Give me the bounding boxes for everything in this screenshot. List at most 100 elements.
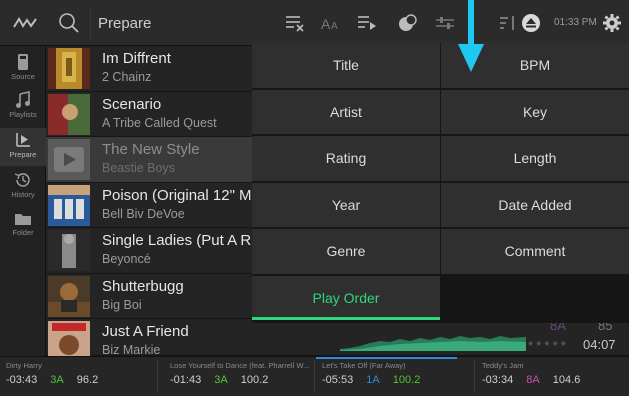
track-artist: A Tribe Called Quest (102, 115, 217, 130)
deck-bpm: 100.2 (392, 374, 421, 386)
sort-option-year[interactable]: Year (252, 182, 440, 227)
deck-1[interactable]: Dirty Harry -03:43 3A 96.2 (0, 357, 157, 396)
music-note-icon (16, 91, 30, 108)
djay-logo-icon[interactable] (12, 13, 38, 33)
album-art (48, 139, 90, 180)
sort-option-rating[interactable]: Rating (252, 136, 440, 181)
rating-stars[interactable]: ★★★★★ (527, 339, 568, 348)
deck-3[interactable]: Let's Take Off (Far Away) -05:53 1A 100.… (316, 357, 473, 396)
history-icon (14, 173, 30, 187)
sort-option-length[interactable]: Length (441, 136, 629, 181)
track-title: Poison (Original 12" M (102, 186, 252, 204)
deck-separator (474, 361, 475, 393)
deck-info: -03:34 8A 104.6 (482, 374, 590, 386)
sidebar-item-label: Source (11, 72, 35, 81)
sort-option-title[interactable]: Title (252, 43, 440, 88)
sort-option-date-added[interactable]: Date Added (441, 182, 629, 227)
toolbar-separator (90, 8, 91, 38)
prepare-icon (16, 133, 30, 147)
album-art (48, 48, 90, 89)
deck-time: -03:43 (6, 374, 38, 386)
track-length: 04:07 (583, 337, 616, 352)
track-artist: Big Boi (102, 297, 142, 312)
list-item[interactable]: Just A Friend Biz Markie (46, 319, 629, 362)
sort-option-key[interactable]: Key (441, 89, 629, 134)
sidebar-item-prepare[interactable]: Prepare (0, 128, 46, 166)
sort-option-comment[interactable]: Comment (441, 229, 629, 274)
device-icon (18, 54, 28, 70)
deck-time: -03:34 (482, 374, 514, 386)
album-art (48, 275, 90, 317)
deck-separator (314, 361, 315, 393)
track-artist: Biz Markie (102, 343, 161, 357)
sort-menu: Title BPM Artist Key Rating Length Year … (252, 43, 629, 323)
sidebar-item-label: Playlists (9, 110, 37, 119)
track-title: Just A Friend (102, 323, 189, 340)
deck-track-name: Lose Yourself to Dance (feat. Pharrell W… (170, 361, 310, 370)
deck-time: -05:53 (322, 374, 354, 386)
svg-text:A: A (331, 21, 338, 32)
deck-status-bar: Dirty Harry -03:43 3A 96.2 Lose Yourself… (0, 356, 629, 396)
track-title: Im Diffrent (102, 50, 171, 67)
deck-bpm: 96.2 (76, 374, 99, 386)
source-sidebar: Source Playlists Prepare History Folder (0, 46, 46, 356)
deck-time: -01:43 (170, 374, 202, 386)
album-art (48, 93, 90, 135)
deck-2[interactable]: Lose Yourself to Dance (feat. Pharrell W… (164, 357, 321, 396)
clear-list-icon[interactable] (284, 13, 306, 33)
deck-track-name: Teddy's Jam (482, 361, 524, 370)
sidebar-item-folder[interactable]: Folder (0, 208, 46, 246)
deck-track-name: Let's Take Off (Far Away) (322, 361, 406, 370)
eject-icon[interactable] (520, 13, 542, 33)
deck-info: -01:43 3A 100.2 (170, 374, 278, 386)
deck-key: 3A (214, 374, 228, 386)
sort-option-label: Play Order (312, 289, 380, 306)
sort-option-artist[interactable]: Artist (252, 89, 440, 134)
deck-key: 1A (366, 374, 380, 386)
deck-track-name: Dirty Harry (6, 361, 42, 370)
folder-icon (15, 214, 31, 225)
search-icon[interactable] (58, 12, 80, 34)
sidebar-item-label: History (11, 190, 35, 199)
deck-4[interactable]: Teddy's Jam -03:34 8A 104.6 (476, 357, 629, 396)
top-toolbar: Prepare A A 01:33 PM (0, 0, 629, 46)
deck-bpm: 100.2 (240, 374, 269, 386)
deck-info: -05:53 1A 100.2 (322, 374, 430, 386)
track-title: Scenario (102, 95, 162, 113)
deck-bpm: 104.6 (552, 374, 581, 386)
sort-icon[interactable] (498, 13, 520, 33)
deck-key: 8A (526, 374, 540, 386)
deck-progress (316, 357, 458, 359)
automix-icon[interactable] (397, 13, 419, 33)
sidebar-item-source[interactable]: Source (0, 50, 46, 88)
track-title: Single Ladies (Put A R (102, 232, 252, 249)
deck-key: 3A (50, 374, 64, 386)
waveform-preview (340, 336, 526, 351)
deck-info: -03:43 3A 96.2 (6, 374, 108, 386)
album-art (48, 230, 90, 271)
add-to-queue-icon[interactable] (356, 13, 378, 33)
settings-sliders-icon[interactable] (434, 13, 456, 33)
svg-text:A: A (321, 16, 331, 32)
gear-icon[interactable] (601, 13, 623, 33)
text-size-icon[interactable]: A A (320, 13, 342, 33)
track-artist: Beyoncé (102, 252, 151, 266)
track-artist: 2 Chainz (102, 70, 152, 84)
sort-option-genre[interactable]: Genre (252, 229, 440, 274)
sort-option-play-order[interactable]: Play Order (252, 275, 440, 320)
sidebar-item-playlists[interactable]: Playlists (0, 88, 46, 126)
sidebar-item-label: Folder (12, 228, 34, 237)
djay-app: Prepare A A 01:33 PM Source Playlists Pr… (0, 0, 629, 396)
album-art (48, 184, 90, 226)
active-indicator (252, 317, 440, 320)
sidebar-item-history[interactable]: History (0, 168, 46, 206)
down-arrow-icon (458, 0, 484, 72)
track-title: The New Style (102, 141, 200, 158)
page-title: Prepare (98, 15, 152, 32)
track-title: Shutterbugg (102, 277, 184, 295)
sidebar-item-label: Prepare (9, 150, 37, 159)
deck-separator (157, 361, 158, 393)
clock: 01:33 PM (554, 17, 597, 28)
track-artist: Bell Biv DeVoe (102, 206, 185, 221)
track-artist: Beastie Boys (102, 161, 175, 175)
